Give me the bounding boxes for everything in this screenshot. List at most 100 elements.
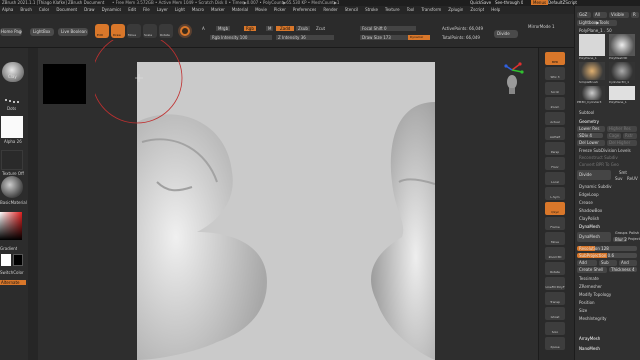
goz-button[interactable]: GoZ: [577, 12, 591, 18]
menu-item[interactable]: Macro: [192, 7, 204, 12]
alpha-thumbnail[interactable]: [1, 116, 23, 138]
shadowbox-section[interactable]: ShadowBox: [579, 208, 602, 213]
menu-item[interactable]: Movie: [255, 7, 267, 12]
menus-button[interactable]: Menus: [531, 0, 549, 5]
menu-item[interactable]: Help: [491, 7, 500, 12]
lightbox-button[interactable]: LightBox: [30, 28, 54, 36]
m-button[interactable]: M: [266, 26, 274, 31]
shelf-button[interactable]: Solo: [545, 322, 565, 335]
main-color-swatch[interactable]: [1, 254, 11, 266]
sub-button[interactable]: Sub: [599, 260, 617, 266]
tool-thumb-cylinder[interactable]: [609, 62, 635, 80]
menu-item[interactable]: Picker: [274, 7, 286, 12]
shelf-button[interactable]: Persp: [545, 142, 565, 155]
goz-visible-button[interactable]: Visible: [609, 12, 629, 18]
create-shell-button[interactable]: Create Shell: [577, 267, 607, 273]
zcut-button[interactable]: Zcut: [316, 26, 325, 31]
tool-thumb-polymesh[interactable]: [609, 34, 635, 56]
menu-item[interactable]: Preferences: [293, 7, 317, 12]
menu-item[interactable]: Alpha: [2, 7, 13, 12]
freeze-subdiv-button[interactable]: Freeze SubDivision Levels: [579, 148, 639, 153]
divide-button[interactable]: Divide: [494, 30, 518, 38]
del-higher-button[interactable]: Del Higher: [607, 140, 637, 146]
lower-res-button[interactable]: Lower Res: [577, 126, 605, 132]
blur-slider[interactable]: Blur 2: [613, 237, 627, 242]
lightbox-tools-button[interactable]: Lightbox▶Tools: [577, 20, 617, 26]
r-button[interactable]: R: [631, 12, 639, 18]
menu-item[interactable]: File: [143, 7, 150, 12]
divide-geometry-button[interactable]: Divide: [577, 170, 611, 180]
shelf-button[interactable]: LineFill PolyF: [545, 277, 565, 290]
menu-item[interactable]: Texture: [385, 7, 400, 12]
switch-color-button[interactable]: SwitchColor: [0, 270, 24, 275]
menu-item[interactable]: Zplugin: [448, 7, 463, 12]
polish-toggle[interactable]: Polish: [629, 231, 639, 236]
shelf-button[interactable]: Rotate: [545, 262, 565, 275]
shelf-button[interactable]: Frame: [545, 217, 565, 230]
groups-toggle[interactable]: Groups: [615, 231, 627, 236]
edgeloop-section[interactable]: EdgeLoop: [579, 192, 599, 197]
edit-button[interactable]: Edit: [95, 24, 109, 38]
shelf-button[interactable]: Actual: [545, 112, 565, 125]
crease-section[interactable]: Crease: [579, 200, 593, 205]
quicksave-button[interactable]: QuickSave: [470, 0, 491, 5]
shelf-button[interactable]: AAHalf: [545, 127, 565, 140]
menu-item[interactable]: Dynamics: [102, 7, 122, 12]
menu-item[interactable]: Transform: [421, 7, 441, 12]
see-through-slider[interactable]: See-through 0: [495, 0, 523, 5]
arraymesh-section[interactable]: ArrayMesh: [579, 336, 600, 341]
clay-brush-thumbnail[interactable]: [2, 62, 24, 82]
zadd-button[interactable]: Zadd: [276, 26, 295, 31]
subprojection-slider[interactable]: SubProjection 0.6: [577, 253, 637, 258]
tessimate-section[interactable]: Tessimate: [579, 276, 599, 281]
menu-item[interactable]: Draw: [84, 7, 94, 12]
menu-item[interactable]: Zscript: [470, 7, 484, 12]
rgb-intensity-slider[interactable]: Rgb Intensity 100: [210, 35, 272, 40]
sphere-brush-icon[interactable]: [178, 24, 192, 38]
thickness-slider[interactable]: Thickness 4: [609, 267, 637, 272]
position-section[interactable]: Position: [579, 300, 595, 305]
live-boolean-button[interactable]: Live Boolean: [58, 28, 88, 36]
dynamesh-section[interactable]: DynaMesh: [579, 224, 600, 229]
menu-item[interactable]: Material: [232, 7, 248, 12]
shelf-button[interactable]: Zoom: [545, 97, 565, 110]
reuv-toggle[interactable]: ReUV: [627, 176, 638, 181]
shelf-button[interactable]: Qxyz: [545, 202, 565, 215]
shelf-button[interactable]: Xpose: [545, 337, 565, 350]
cage-button[interactable]: Cage: [607, 133, 621, 139]
del-lower-button[interactable]: Del Lower: [577, 140, 605, 146]
shelf-button[interactable]: Floor: [545, 157, 565, 170]
claypolish-section[interactable]: ClayPolish: [579, 216, 599, 221]
and-button[interactable]: And: [619, 260, 637, 266]
shelf-button[interactable]: Move: [545, 232, 565, 245]
tool-thumb-polyplane2[interactable]: [609, 86, 635, 100]
modify-topology-section[interactable]: Modify Topology: [579, 292, 611, 297]
tool-thumb-polyplane[interactable]: [579, 34, 605, 56]
menu-item[interactable]: Layer: [157, 7, 168, 12]
nanomesh-section[interactable]: NanoMesh: [579, 346, 600, 351]
a-toggle[interactable]: A: [202, 26, 205, 31]
secondary-color-swatch[interactable]: [13, 254, 23, 266]
shelf-button[interactable]: BPR: [545, 52, 565, 65]
shelf-button[interactable]: L.Sym: [545, 187, 565, 200]
size-section[interactable]: Size: [579, 308, 587, 313]
tool-thumb-pm3d[interactable]: [579, 86, 605, 100]
sdiv-slider[interactable]: SDiv 4: [577, 133, 603, 138]
draw-button[interactable]: Draw: [111, 24, 125, 38]
menu-item[interactable]: Stencil: [345, 7, 359, 12]
subtool-section[interactable]: Subtool: [579, 110, 594, 115]
scale-button[interactable]: Scale: [143, 24, 157, 38]
resolution-slider[interactable]: Resolution 128: [577, 246, 637, 251]
goz-all-button[interactable]: All: [593, 12, 607, 18]
focal-shift-slider[interactable]: Focal Shift 0: [360, 26, 416, 31]
menu-item[interactable]: Document: [56, 7, 77, 12]
dynamesh-button[interactable]: DynaMesh: [577, 232, 611, 242]
mrgb-button[interactable]: Mrgb: [216, 26, 231, 31]
material-thumbnail[interactable]: [1, 176, 23, 198]
tool-thumb-simplebrush[interactable]: [579, 62, 605, 80]
higher-res-button[interactable]: Higher Res: [607, 126, 637, 132]
menu-item[interactable]: Marker: [211, 7, 225, 12]
menu-item[interactable]: Brush: [20, 7, 32, 12]
dynamic-subdiv-section[interactable]: Dynamic Subdiv: [579, 184, 612, 189]
menu-item[interactable]: Color: [39, 7, 49, 12]
